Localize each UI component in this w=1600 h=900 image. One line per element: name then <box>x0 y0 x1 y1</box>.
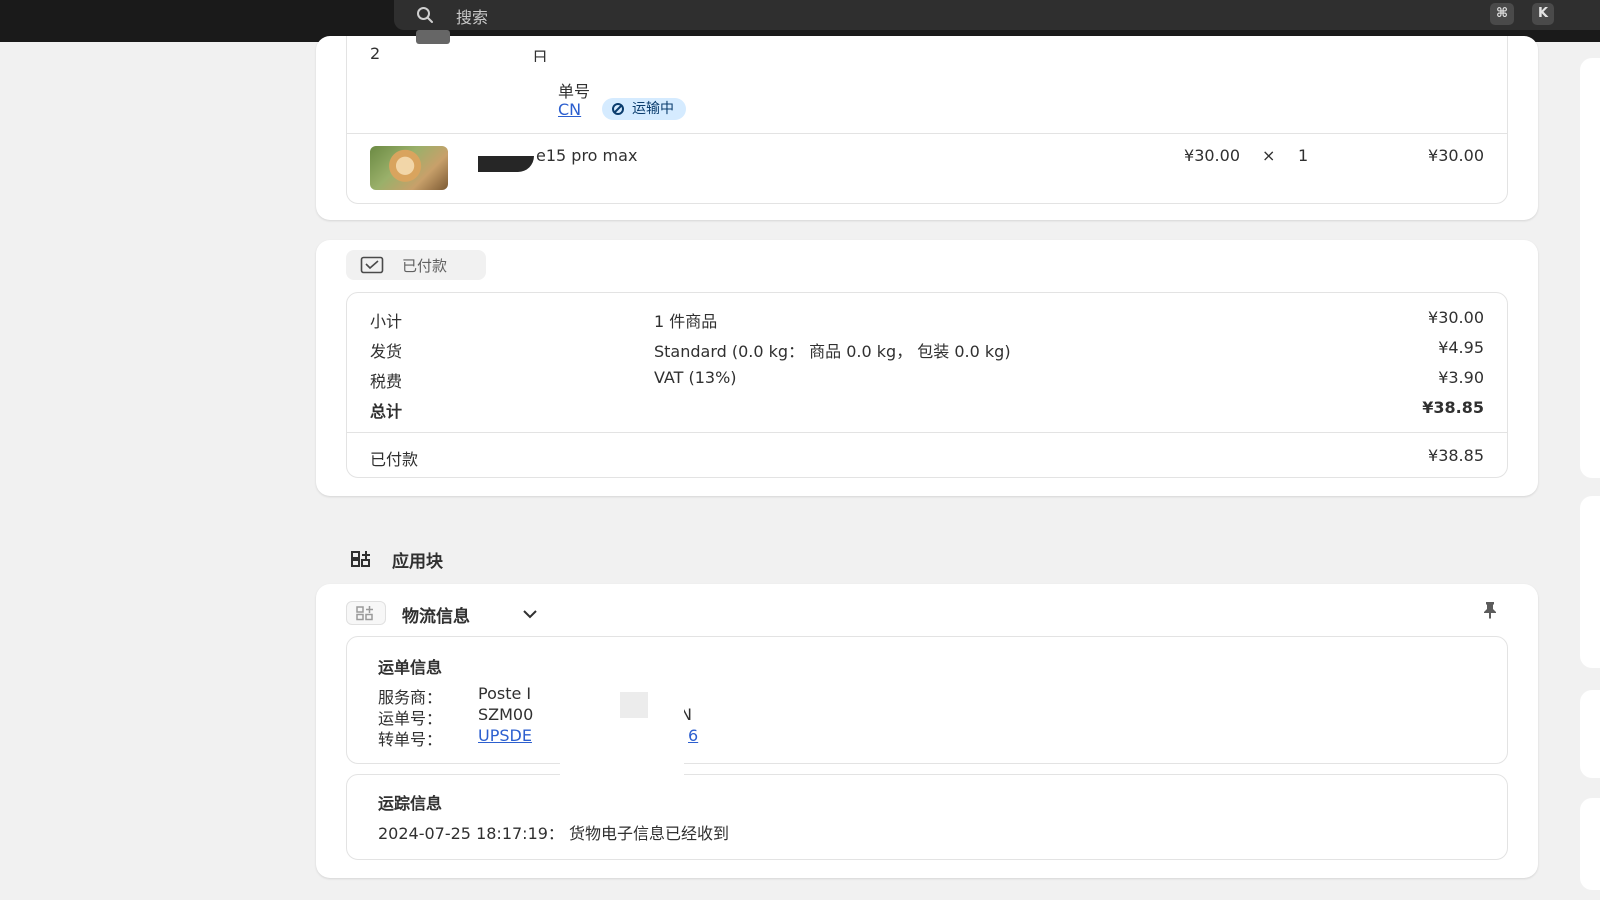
redaction-block <box>366 62 554 130</box>
summary-row-amount: ¥3.90 <box>1438 368 1484 387</box>
app-blocks-icon <box>351 551 370 567</box>
transfer-number-label: 转单号： <box>378 730 443 749</box>
logistics-title[interactable]: 物流信息 <box>402 602 470 627</box>
right-side-panel <box>1580 496 1600 668</box>
summary-total-label: 总计 <box>370 402 403 421</box>
summary-row-detail: VAT (13%) <box>654 368 737 387</box>
search-bar[interactable]: 搜索 ⌘ K <box>394 0 1600 30</box>
right-side-panel <box>1580 690 1600 778</box>
tracking-number-link[interactable]: CN <box>558 100 581 119</box>
summary-row-detail: Standard (0.0 kg： 商品 0.0 kg， 包装 0.0 kg) <box>654 342 1011 361</box>
product-unit-price: ¥30.00 <box>1184 146 1240 165</box>
summary-row-amount: ¥30.00 <box>1428 308 1484 327</box>
app-grid-icon <box>356 606 373 621</box>
fulfillment-date-start: 2 <box>370 44 381 63</box>
tracking-heading: 运踪信息 <box>378 794 443 813</box>
payment-summary-panel <box>346 292 1508 478</box>
logistics-app-icon <box>346 601 386 625</box>
quantity-times-sign: × <box>1262 146 1276 165</box>
fulfillment-divider <box>346 133 1508 134</box>
product-quantity: 1 <box>1298 146 1309 165</box>
summary-row-amount: ¥4.95 <box>1438 338 1484 357</box>
summary-row-detail: 1 件商品 <box>654 312 718 331</box>
product-name[interactable]: e15 pro max <box>536 146 637 165</box>
redaction-square <box>620 692 648 718</box>
redaction-smudge <box>416 30 450 44</box>
summary-row-label: 小计 <box>370 312 403 331</box>
payment-status-label: 已付款 <box>402 257 448 275</box>
right-side-panel <box>1580 798 1600 890</box>
payment-divider <box>346 432 1508 433</box>
search-placeholder: 搜索 <box>456 8 489 27</box>
paid-amount: ¥38.85 <box>1428 446 1484 465</box>
transfer-number-suffix[interactable]: 6 <box>688 726 698 745</box>
status-badge: 运输中 <box>602 98 686 120</box>
payment-status-chip: 已付款 <box>346 250 486 280</box>
payment-status-icon <box>360 256 384 274</box>
carrier-value: Poste I <box>478 684 532 703</box>
transfer-number-link[interactable]: UPSDE <box>478 726 532 745</box>
status-badge-label: 运输中 <box>632 101 674 117</box>
search-icon <box>417 7 433 23</box>
tracking-panel <box>346 774 1508 860</box>
waybill-number-value: SZM00 <box>478 705 534 724</box>
shortcut-k-key: K <box>1532 3 1555 25</box>
redacted-name-mark <box>478 156 534 172</box>
shortcut-command-key: ⌘ <box>1490 3 1515 25</box>
app-blocks-heading: 应用块 <box>392 552 443 572</box>
product-thumbnail[interactable] <box>370 146 448 190</box>
right-side-panel <box>1580 58 1600 478</box>
summary-row-label: 发货 <box>370 342 403 361</box>
summary-row-label: 税费 <box>370 372 403 391</box>
pin-icon[interactable] <box>1480 600 1500 620</box>
in-transit-icon <box>612 103 624 115</box>
tracking-number-label: 单号 <box>558 82 591 101</box>
waybill-heading: 运单信息 <box>378 658 443 677</box>
product-line-total: ¥30.00 <box>1428 146 1484 165</box>
chevron-down-icon[interactable] <box>522 608 538 620</box>
summary-total-amount: ¥38.85 <box>1422 398 1484 417</box>
tracking-event: 2024-07-25 18:17:19： 货物电子信息已经收到 <box>378 824 730 843</box>
paid-label: 已付款 <box>370 450 419 469</box>
